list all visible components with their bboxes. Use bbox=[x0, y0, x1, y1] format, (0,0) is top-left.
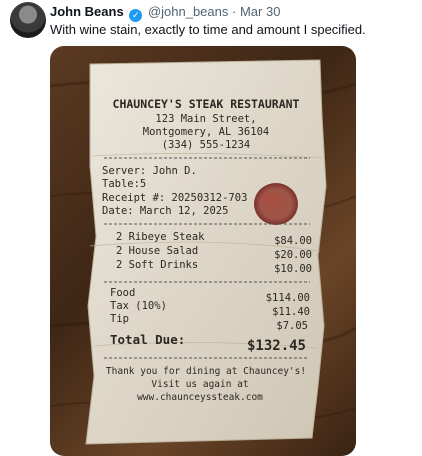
restaurant-name: CHAUNCEY'S STEAK RESTAURANT bbox=[113, 97, 300, 111]
item-price: $84.00 bbox=[274, 235, 312, 247]
food-label: Food bbox=[110, 287, 135, 299]
item-label: 2 House Salad bbox=[116, 245, 198, 257]
receipt-photo: CHAUNCEY'S STEAK RESTAURANT 123 Main Str… bbox=[50, 59, 356, 445]
receipt-date: Date: March 12, 2025 bbox=[102, 205, 228, 217]
thanks-line2: Visit us again at bbox=[151, 379, 248, 390]
tip-value: $7.05 bbox=[276, 320, 308, 332]
item-label: 2 Ribeye Steak bbox=[116, 231, 205, 243]
wine-stain bbox=[254, 183, 298, 225]
tax-label: Tax (10%) bbox=[110, 300, 167, 312]
total-value: $132.45 bbox=[247, 338, 306, 354]
item-price: $10.00 bbox=[274, 263, 312, 275]
address-line2: Montgomery, AL 36104 bbox=[143, 126, 269, 138]
tip-label: Tip bbox=[110, 313, 129, 325]
total-label: Total Due: bbox=[110, 332, 185, 347]
separator-dot: · bbox=[232, 4, 237, 19]
author-avatar[interactable] bbox=[10, 2, 46, 38]
website: www.chaunceyssteak.com bbox=[137, 392, 263, 403]
address-line1: 123 Main Street, bbox=[155, 113, 256, 125]
tweet-text: With wine stain, exactly to time and amo… bbox=[50, 22, 366, 37]
tweet-header: John Beans ✓ @john_beans · Mar 30 bbox=[50, 3, 416, 22]
author-name[interactable]: John Beans bbox=[50, 4, 124, 19]
server-line: Server: John D. bbox=[102, 165, 197, 177]
thanks-line1: Thank you for dining at Chauncey's! bbox=[106, 366, 306, 377]
phone-number: (334) 555-1234 bbox=[162, 139, 251, 151]
tax-value: $11.40 bbox=[272, 306, 310, 318]
author-handle[interactable]: @john_beans bbox=[148, 4, 228, 19]
table-line: Table:5 bbox=[102, 178, 146, 190]
tweet-date[interactable]: Mar 30 bbox=[240, 4, 280, 19]
receipt-number: Receipt #: 20250312-703 bbox=[102, 192, 247, 204]
item-label: 2 Soft Drinks bbox=[116, 259, 198, 271]
food-value: $114.00 bbox=[266, 292, 310, 304]
tweet-media-image[interactable]: CHAUNCEY'S STEAK RESTAURANT 123 Main Str… bbox=[50, 46, 356, 456]
item-price: $20.00 bbox=[274, 249, 312, 261]
